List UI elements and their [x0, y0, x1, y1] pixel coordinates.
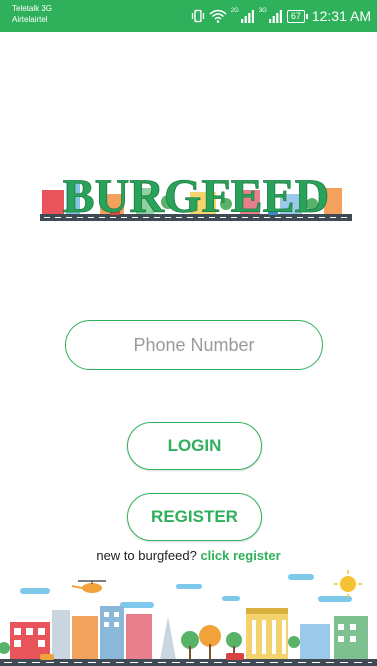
network-type-label: 3G — [258, 8, 267, 14]
phone-number-field[interactable] — [65, 320, 323, 370]
sun-icon — [334, 570, 362, 598]
carrier-secondary: Airtelairtel — [12, 15, 48, 24]
login-screen: Teletalk 3G Airtelairtel 2G 3G 67 12:31 … — [0, 0, 377, 666]
carrier-primary: Teletalk 3G — [12, 4, 53, 13]
phone-number-input[interactable] — [92, 333, 296, 357]
burgfeed-logo: BURGFEED — [40, 170, 352, 223]
register-button[interactable]: REGISTER — [127, 493, 262, 541]
city-illustration — [0, 570, 377, 666]
wifi-icon — [209, 9, 227, 23]
vibrate-icon — [191, 9, 205, 23]
signal-icon — [240, 9, 255, 23]
signup-prompt-text: new to burgfeed? — [96, 548, 197, 563]
battery-icon: 67 — [286, 9, 308, 23]
status-icons: 2G 3G 67 12:31 AM — [191, 0, 371, 32]
clock: 12:31 AM — [311, 8, 371, 24]
signal-icon — [268, 9, 283, 23]
logo-text: BURGFEED — [63, 170, 330, 223]
network-type-label: 2G — [230, 8, 239, 14]
signup-prompt: new to burgfeed? click register — [0, 548, 377, 563]
status-bar: Teletalk 3G Airtelairtel 2G 3G 67 12:31 … — [0, 0, 377, 32]
click-register-link[interactable]: click register — [200, 548, 280, 563]
carrier-info: Teletalk 3G Airtelairtel — [12, 3, 52, 25]
login-button[interactable]: LOGIN — [127, 422, 262, 470]
helicopter-icon — [71, 580, 106, 593]
clouds — [20, 574, 352, 608]
